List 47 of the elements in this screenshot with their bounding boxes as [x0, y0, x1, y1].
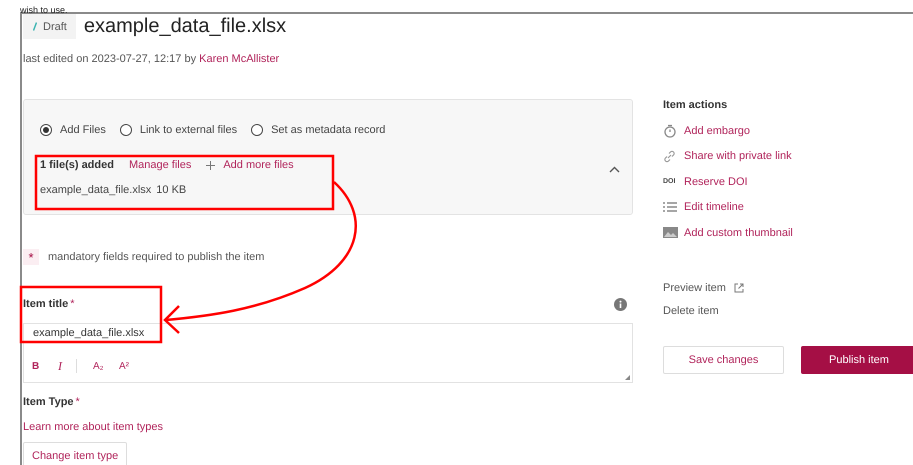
publish-button[interactable]: Publish item — [801, 346, 913, 374]
status-badge: Draft — [23, 14, 76, 39]
file-size: 10 KB — [156, 184, 186, 196]
radio-button[interactable] — [120, 124, 132, 136]
timer-icon — [663, 124, 677, 138]
learn-more-link[interactable]: Learn more about item types — [23, 421, 633, 435]
plus-icon — [206, 160, 216, 170]
action-link[interactable]: Add custom thumbnail — [684, 226, 793, 239]
radio-button[interactable] — [251, 124, 264, 136]
add-files-link[interactable]: Add more files — [223, 159, 294, 171]
radio-label[interactable]: Add Files — [60, 124, 106, 136]
pencil-icon — [33, 22, 37, 31]
mandatory-note: mandatory fields required to publish the item — [48, 251, 264, 263]
section-heading: Item actions — [663, 99, 728, 113]
last-edited-text: last edited on 2023-07-27, 12:17 by Karen McAllister — [23, 53, 280, 67]
action-link[interactable]: Edit timeline — [684, 201, 744, 214]
link-icon — [663, 150, 676, 163]
title-value: example_data_file.xlsx — [32, 326, 146, 340]
action-link[interactable]: Share with private link — [684, 150, 792, 162]
preview-link[interactable]: Preview item — [663, 282, 726, 294]
radio-label[interactable]: Link to external files — [140, 124, 238, 136]
action-link[interactable]: Add embargo — [684, 124, 750, 137]
resize-grip-icon[interactable] — [625, 375, 630, 380]
cut-heading: wish to use. — [20, 4, 68, 16]
italic-button[interactable]: I — [58, 359, 84, 373]
action-link[interactable]: Reserve DOI — [684, 176, 748, 188]
superscript-button[interactable]: A² — [119, 359, 145, 373]
radio-button[interactable] — [40, 124, 52, 136]
change-type-button[interactable]: Change item type — [23, 442, 128, 465]
author-link[interactable]: Karen McAllister — [199, 53, 280, 65]
radio-label[interactable]: Set as metadata record — [271, 124, 386, 136]
field-label: Item title * — [23, 298, 75, 310]
save-button[interactable]: Save changes — [663, 346, 784, 374]
title-editor[interactable]: example_data_file.xlsx B I A₂ A² — [23, 323, 633, 383]
external-link-icon — [734, 282, 744, 292]
field-label: Item Type * — [23, 396, 81, 410]
info-icon[interactable] — [614, 298, 627, 310]
manage-files-link[interactable]: Manage files — [128, 159, 192, 171]
list-icon — [663, 202, 677, 212]
file-name: example_data_file.xlsx — [40, 184, 152, 196]
image-icon — [663, 227, 678, 238]
file-count: 1 file(s) added — [40, 159, 114, 171]
page-title: example_data_file.xlsx — [84, 15, 286, 38]
subscript-button[interactable]: A₂ — [93, 359, 119, 373]
chevron-icon[interactable] — [609, 166, 620, 173]
bold-button[interactable]: B — [32, 359, 58, 373]
delete-link[interactable]: Delete item — [663, 304, 913, 318]
